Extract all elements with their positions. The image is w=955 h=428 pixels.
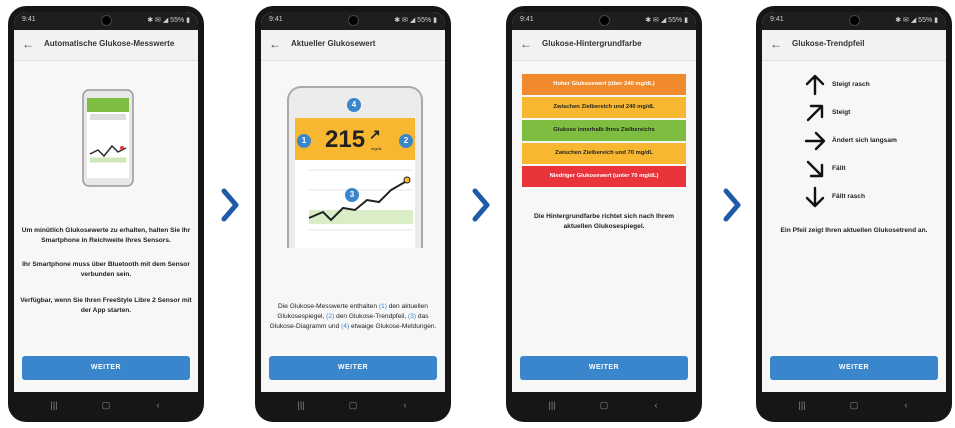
desc-text: den Glukose-Trendpfeil, <box>334 313 409 320</box>
trend-label: Ändert sich langsam <box>832 137 897 144</box>
recents-button[interactable]: ||| <box>542 400 562 410</box>
reading-description: Die Glukose-Messwerte enthalten (1) den … <box>267 302 439 332</box>
badge-4: 4 <box>347 98 361 112</box>
back-arrow-icon[interactable]: ← <box>770 37 782 51</box>
back-arrow-icon[interactable]: ← <box>22 37 34 51</box>
ref-4: (4) <box>341 323 350 330</box>
color-bar-above-target: Zwischen Zielbereich und 240 mg/dL <box>522 97 686 118</box>
weiter-button[interactable]: WEITER <box>22 356 190 380</box>
screen-1: 9:41 ✱ ✉ ◢ 55% ▮ ← Automatische Glukose-… <box>14 12 198 392</box>
camera-icon <box>348 15 359 26</box>
glucose-graph <box>308 169 413 231</box>
arrow-up-right-icon <box>806 104 824 122</box>
trend-label: Fällt <box>832 165 846 172</box>
nav-bar: ||| ▢ ‹ <box>506 392 702 422</box>
desc-text: etwaige Glukose-Meldungen. <box>349 323 437 330</box>
recents-button[interactable]: ||| <box>792 400 812 410</box>
trend-label: Steigt rasch <box>832 81 870 88</box>
app-bar: ← Automatische Glukose-Messwerte <box>14 30 198 61</box>
status-icons: ✱ ✉ ◢ 55% ▮ <box>394 17 437 24</box>
weiter-button[interactable]: WEITER <box>520 356 688 380</box>
back-button[interactable]: ‹ <box>896 400 916 410</box>
color-description: Die Hintergrundfarbe richtet sich nach I… <box>534 213 674 230</box>
arrow-right-icon <box>804 131 826 151</box>
back-button[interactable]: ‹ <box>646 400 666 410</box>
chevron-right-icon <box>221 188 239 222</box>
phone-screen-4: 9:41 ✱ ✉ ◢ 55% ▮ ← Glukose-Trendpfeil St… <box>756 6 952 422</box>
arrow-down-right-icon <box>806 160 824 178</box>
status-icons: ✱ ✉ ◢ 55% ▮ <box>147 17 190 24</box>
phone-illustration <box>82 89 134 187</box>
desc-text: Die Glukose-Messwerte enthalten <box>278 303 379 310</box>
phone-screen-3: 9:41 ✱ ✉ ◢ 55% ▮ ← Glukose-Hintergrundfa… <box>506 6 702 422</box>
recents-button[interactable]: ||| <box>44 400 64 410</box>
page-title: Glukose-Hintergrundfarbe <box>542 39 642 48</box>
app-bar: ← Aktueller Glukosewert <box>261 30 445 61</box>
phone-screen-2: 9:41 ✱ ✉ ◢ 55% ▮ ← Aktueller Glukosewert… <box>255 6 451 422</box>
status-icons: ✱ ✉ ◢ 55% ▮ <box>645 17 688 24</box>
page-title: Aktueller Glukosewert <box>291 39 376 48</box>
weiter-button[interactable]: WEITER <box>269 356 437 380</box>
status-time: 9:41 <box>22 16 36 23</box>
app-bar: ← Glukose-Hintergrundfarbe <box>512 30 696 61</box>
ref-3: (3) <box>408 313 417 320</box>
intro-paragraph-3: Verfügbar, wenn Sie Ihren FreeStyle Libr… <box>20 297 192 314</box>
nav-bar: ||| ▢ ‹ <box>756 392 952 422</box>
graph-area <box>295 160 415 248</box>
home-button[interactable]: ▢ <box>96 400 116 411</box>
weiter-button[interactable]: WEITER <box>770 356 938 380</box>
badge-1: 1 <box>297 134 311 148</box>
status-bar: 9:41 ✱ ✉ ◢ 55% ▮ <box>261 12 445 30</box>
trend-label: Steigt <box>832 109 851 116</box>
trend-label: Fällt rasch <box>832 193 865 200</box>
nav-bar: ||| ▢ ‹ <box>8 392 204 422</box>
recents-button[interactable]: ||| <box>291 400 311 410</box>
page-title: Automatische Glukose-Messwerte <box>44 39 175 48</box>
color-bar-in-range: Glukose innerhalb Ihres Zielbereichs <box>522 120 686 141</box>
back-arrow-icon[interactable]: ← <box>520 37 532 51</box>
screen-2: 9:41 ✱ ✉ ◢ 55% ▮ ← Aktueller Glukosewert… <box>261 12 445 392</box>
status-icons: ✱ ✉ ◢ 55% ▮ <box>895 17 938 24</box>
intro-paragraph-2: Ihr Smartphone muss über Bluetooth mit d… <box>22 261 190 278</box>
status-bar: 9:41 ✱ ✉ ◢ 55% ▮ <box>14 12 198 30</box>
glucose-reading-illustration: 215 ↗ mg/dL 4 1 2 3 <box>287 86 423 248</box>
phone-screen-1: 9:41 ✱ ✉ ◢ 55% ▮ ← Automatische Glukose-… <box>8 6 204 422</box>
color-bar-below-target: Zwischen Zielbereich und 70 mg/dL <box>522 143 686 164</box>
screen-4: 9:41 ✱ ✉ ◢ 55% ▮ ← Glukose-Trendpfeil St… <box>762 12 946 392</box>
arrow-down-icon <box>805 186 825 208</box>
status-bar: 9:41 ✱ ✉ ◢ 55% ▮ <box>512 12 696 30</box>
nav-bar: ||| ▢ ‹ <box>255 392 451 422</box>
ref-1: (1) <box>378 303 387 310</box>
badge-2: 2 <box>399 134 413 148</box>
back-arrow-icon[interactable]: ← <box>269 37 281 51</box>
intro-paragraph-1: Um minütlich Glukosewerte zu erhalten, h… <box>21 227 191 244</box>
page-title: Glukose-Trendpfeil <box>792 39 865 48</box>
status-bar: 9:41 ✱ ✉ ◢ 55% ▮ <box>762 12 946 30</box>
home-button[interactable]: ▢ <box>844 400 864 411</box>
camera-icon <box>101 15 112 26</box>
status-time: 9:41 <box>770 16 784 23</box>
trend-description: Ein Pfeil zeigt Ihren aktuellen Glukoset… <box>780 227 928 234</box>
glucose-value: 215 <box>325 126 366 153</box>
arrow-up-icon <box>805 74 825 96</box>
glucose-unit: mg/dL <box>371 146 383 151</box>
app-bar: ← Glukose-Trendpfeil <box>762 30 946 61</box>
back-button[interactable]: ‹ <box>395 400 415 410</box>
status-time: 9:41 <box>520 16 534 23</box>
camera-icon <box>849 15 860 26</box>
home-button[interactable]: ▢ <box>594 400 614 411</box>
camera-icon <box>599 15 610 26</box>
status-time: 9:41 <box>269 16 283 23</box>
badge-3: 3 <box>345 188 359 202</box>
screen-3: 9:41 ✱ ✉ ◢ 55% ▮ ← Glukose-Hintergrundfa… <box>512 12 696 392</box>
color-bar-high: Hoher Glukosewert (über 240 mg/dL) <box>522 74 686 95</box>
color-bar-low: Niedriger Glukosewert (unter 70 mg/dL) <box>522 166 686 187</box>
back-button[interactable]: ‹ <box>148 400 168 410</box>
chevron-right-icon <box>723 188 741 222</box>
chevron-right-icon <box>472 188 490 222</box>
trend-arrow-icon: ↗ <box>369 126 381 142</box>
home-button[interactable]: ▢ <box>343 400 363 411</box>
